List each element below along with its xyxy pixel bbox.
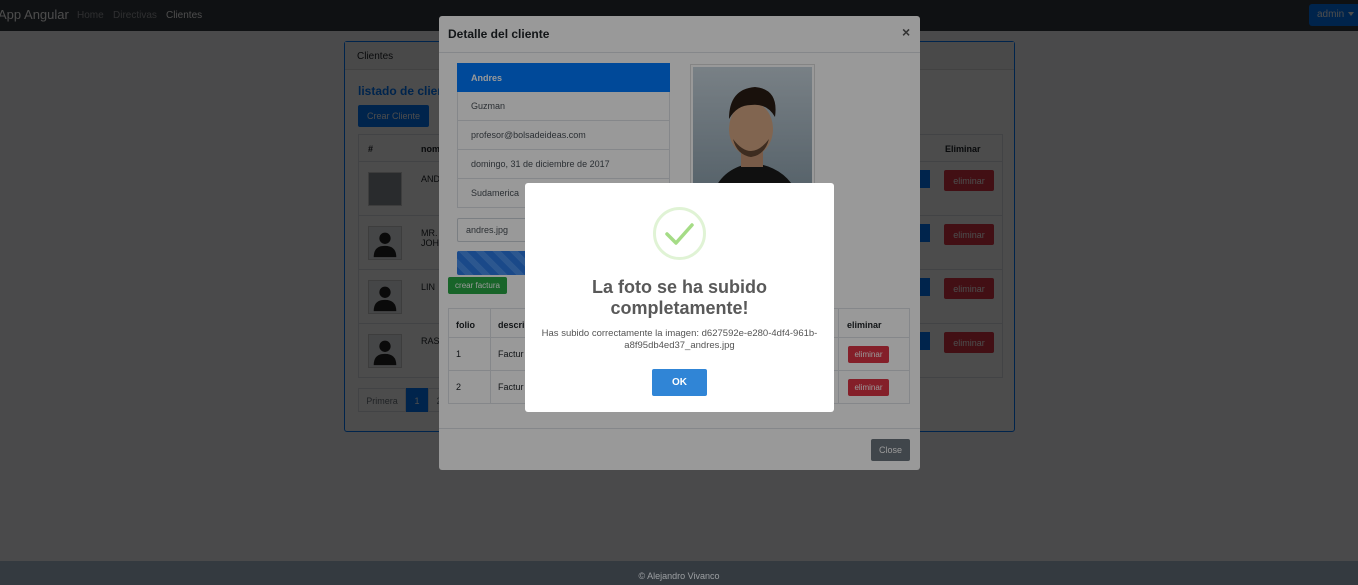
footer: © Alejandro Vivanco xyxy=(0,561,1358,585)
alert-title: La foto se ha subido completamente! xyxy=(591,277,767,318)
check-icon xyxy=(665,223,694,245)
ok-button[interactable]: OK xyxy=(652,369,707,396)
success-icon xyxy=(653,207,706,260)
alert-text: Has subido correctamente la imagen: d627… xyxy=(541,328,818,351)
success-alert: La foto se ha subido completamente! Has … xyxy=(525,183,834,412)
